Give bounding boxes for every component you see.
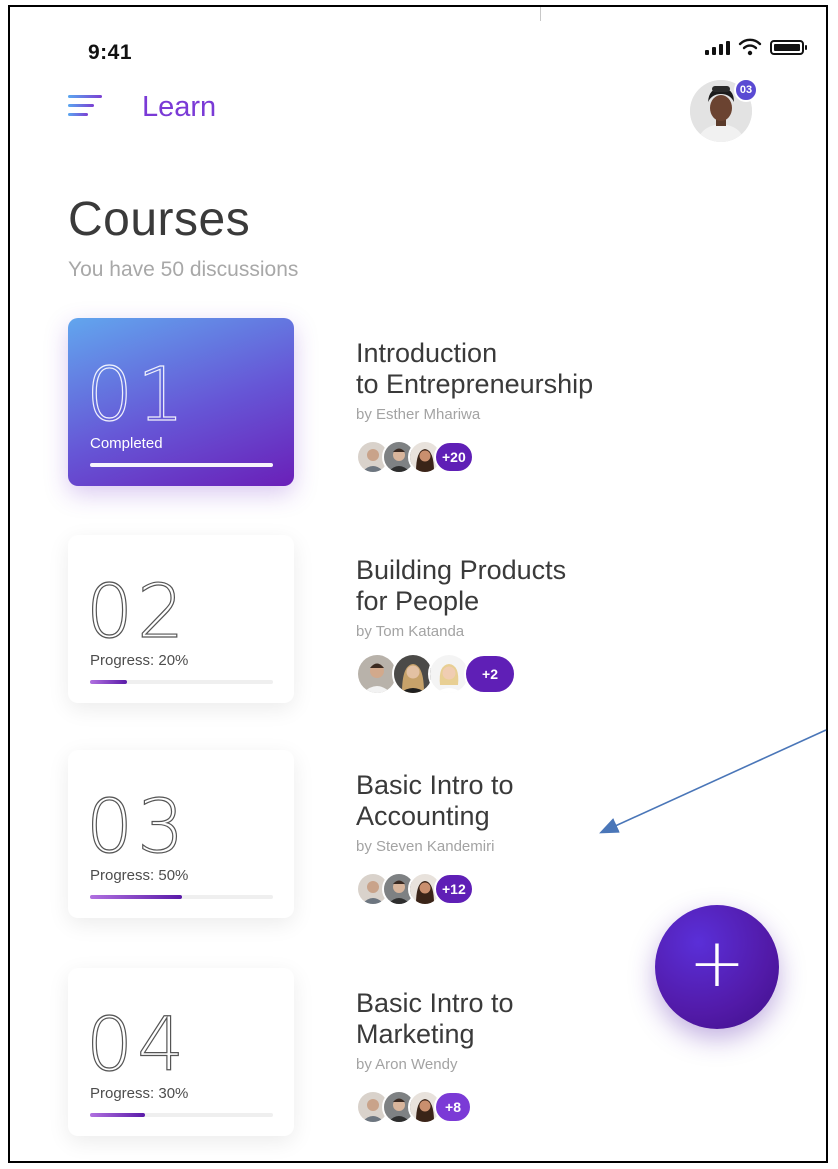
participants[interactable]: +2 <box>356 653 796 695</box>
course-number: 01 <box>85 351 189 438</box>
course-card[interactable]: 04 Progress: 30% <box>68 968 294 1136</box>
course-status: Progress: 20% <box>90 652 189 669</box>
course-item: 03 Progress: 50% Basic Intro to Accounti… <box>68 750 808 920</box>
course-number: 03 <box>85 783 189 870</box>
course-info: Building Products for People by Tom Kata… <box>356 555 796 695</box>
course-author: by Esther Mhariwa <box>356 406 481 423</box>
course-card[interactable]: 02 Progress: 20% <box>68 535 294 703</box>
progress-fill <box>90 680 127 684</box>
course-title[interactable]: Introduction to Entrepreneurship <box>356 338 796 400</box>
status-icons <box>705 35 807 59</box>
course-number: 02 <box>85 568 189 655</box>
course-author: by Aron Wendy <box>356 1056 458 1073</box>
course-info: Basic Intro to Accounting by Steven Kand… <box>356 770 796 907</box>
course-card[interactable]: 01 Completed <box>68 318 294 486</box>
more-participants-badge: +8 <box>434 1091 472 1123</box>
progress-bar <box>90 680 273 684</box>
notification-badge: 03 <box>734 78 758 102</box>
progress-bar <box>90 463 273 467</box>
participants[interactable]: +20 <box>356 439 796 475</box>
course-title-line: to Entrepreneurship <box>356 369 594 399</box>
wifi-icon <box>738 38 762 56</box>
course-item: 02 Progress: 20% Building Products for P… <box>68 535 808 705</box>
course-status: Completed <box>90 435 163 452</box>
course-title-line: Accounting <box>356 801 490 831</box>
profile-avatar[interactable]: 03 <box>690 78 758 146</box>
progress-fill <box>90 1113 145 1117</box>
course-title-line: Introduction <box>356 338 498 368</box>
participants[interactable]: +12 <box>356 871 796 907</box>
status-time: 9:41 <box>88 41 133 64</box>
course-number: 04 <box>85 1001 189 1088</box>
progress-bar <box>90 895 273 899</box>
course-author: by Steven Kandemiri <box>356 838 495 855</box>
battery-icon <box>770 39 807 55</box>
status-bar: 9:41 <box>10 7 826 77</box>
course-status: Progress: 30% <box>90 1085 189 1102</box>
course-item: 01 Completed Introduction to Entrepreneu… <box>68 318 808 488</box>
page-subtitle: You have 50 discussions <box>68 258 299 281</box>
participants[interactable]: +8 <box>356 1089 796 1125</box>
more-participants-badge: +20 <box>434 441 474 473</box>
course-title[interactable]: Basic Intro to Accounting <box>356 770 796 832</box>
course-title[interactable]: Building Products for People <box>356 555 796 617</box>
course-author: by Tom Katanda <box>356 623 465 640</box>
menu-icon[interactable] <box>68 95 102 119</box>
progress-bar <box>90 1113 273 1117</box>
more-participants-badge: +2 <box>464 654 516 694</box>
course-title-line: Basic Intro to <box>356 770 514 800</box>
progress-fill <box>90 895 182 899</box>
page-title: Courses <box>68 193 251 246</box>
more-participants-badge: +12 <box>434 873 474 905</box>
course-title-line: for People <box>356 586 480 616</box>
header-title: Learn <box>142 91 217 123</box>
plus-icon: + <box>688 924 746 1003</box>
course-card[interactable]: 03 Progress: 50% <box>68 750 294 918</box>
cellular-signal-icon <box>705 39 730 55</box>
course-title-line: Building Products <box>356 555 567 585</box>
course-info: Introduction to Entrepreneurship by Esth… <box>356 338 796 475</box>
course-status: Progress: 50% <box>90 867 189 884</box>
add-course-button[interactable]: + <box>655 905 779 1029</box>
